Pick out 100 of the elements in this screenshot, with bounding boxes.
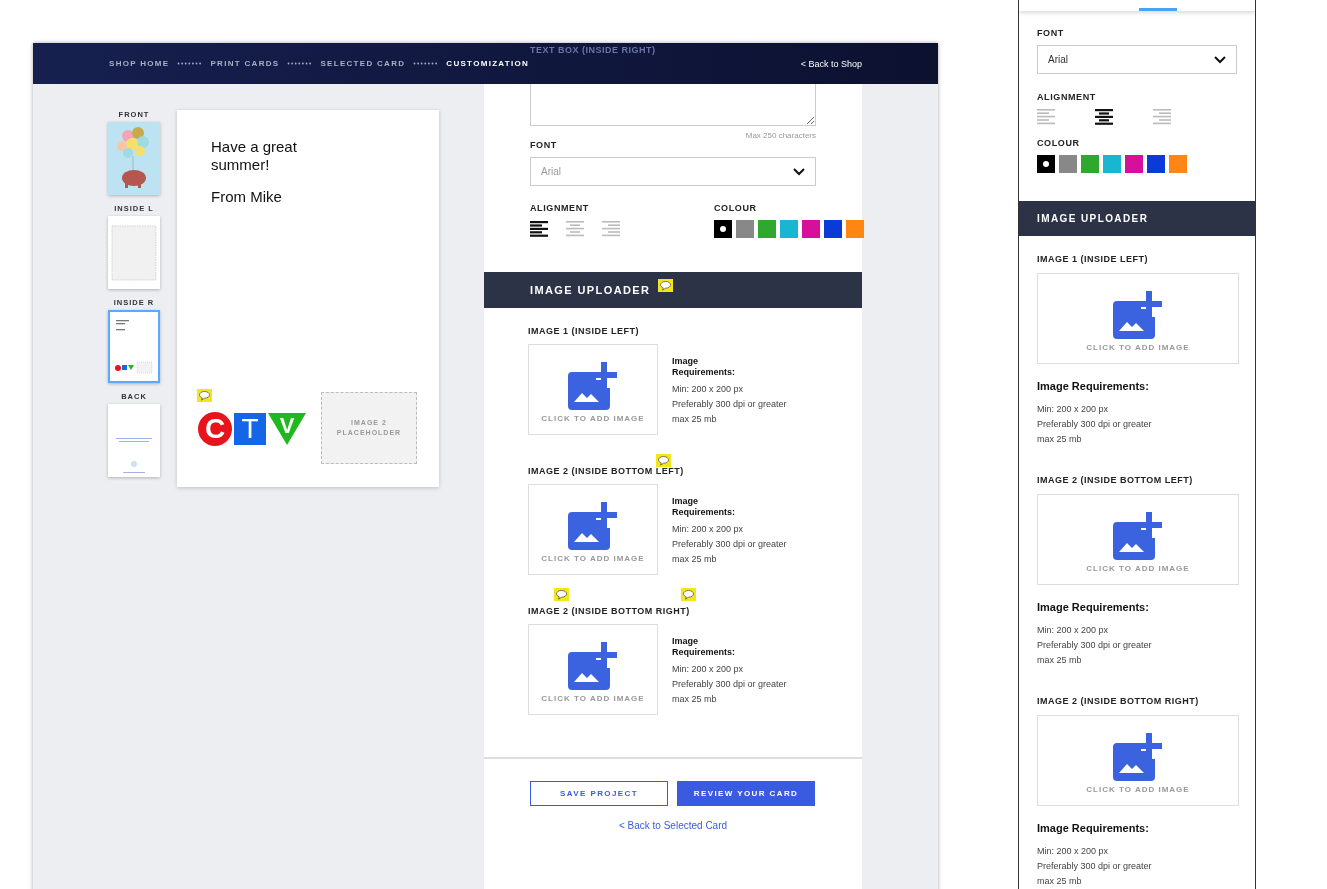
colour-label: COLOUR — [1037, 138, 1081, 148]
requirement-text: Preferably 300 dpi or greater — [1037, 639, 1153, 652]
add-image-icon — [567, 642, 619, 690]
comment-icon[interactable] — [554, 588, 569, 601]
font-select[interactable]: Arial — [530, 157, 816, 186]
requirement-text: max 25 mb — [1037, 654, 1083, 667]
requirements-title: Image Requirements: — [1037, 821, 1150, 835]
breadcrumb-link[interactable]: PRINT CARDS — [210, 59, 280, 68]
requirement-text: Preferably 300 dpi or greater — [1037, 418, 1153, 431]
section-label: TEXT BOX (INSIDE RIGHT) — [530, 45, 656, 55]
card-message: Have a great summer! — [211, 138, 298, 174]
colour-swatch[interactable] — [780, 220, 798, 238]
requirements-title: Image Requirements: — [672, 496, 736, 518]
message-textarea[interactable] — [530, 84, 816, 126]
comment-icon[interactable] — [656, 454, 671, 467]
back-to-selected-card-link[interactable]: < Back to Selected Card — [618, 820, 728, 831]
align-left-icon — [1037, 109, 1055, 126]
requirement-text: max 25 mb — [672, 553, 718, 566]
back-to-shop-link[interactable]: < Back to Shop — [800, 58, 862, 69]
chevron-down-icon — [793, 167, 805, 176]
font-label: FONT — [1037, 28, 1065, 38]
add-image-icon — [567, 362, 619, 410]
section-header: IMAGE UPLOADER — [1019, 201, 1255, 236]
page-thumbnail[interactable] — [108, 122, 160, 195]
save-project-button[interactable]: SAVE PROJECT — [530, 781, 668, 806]
image-slot-label: IMAGE 2 (INSIDE BOTTOM LEFT) — [528, 466, 685, 476]
image-slot-label: IMAGE 2 (INSIDE BOTTOM RIGHT) — [1037, 696, 1200, 706]
requirement-text: Min: 200 x 200 px — [1037, 403, 1110, 416]
align-left-icon — [530, 221, 548, 238]
comment-icon[interactable] — [197, 389, 212, 402]
colour-swatch[interactable] — [1081, 155, 1099, 173]
logo: C T V — [198, 412, 306, 446]
alignment-button[interactable] — [1095, 109, 1113, 126]
font-label: FONT — [530, 140, 558, 150]
align-center-icon — [566, 221, 584, 238]
requirement-text: Min: 200 x 200 px — [672, 383, 745, 396]
font-select[interactable]: Arial — [1037, 45, 1237, 74]
add-image-icon — [567, 502, 619, 550]
requirement-text: Preferably 300 dpi or greater — [1037, 860, 1153, 873]
chevron-down-icon — [1214, 55, 1226, 64]
character-limit-hint: Max 250 characters — [745, 131, 816, 140]
requirements-title: Image Requirements: — [672, 636, 736, 658]
selected-dot-icon — [720, 226, 726, 232]
colour-swatch[interactable] — [736, 220, 754, 238]
add-image-button[interactable]: CLICK TO ADD IMAGE — [528, 484, 658, 575]
colour-swatch[interactable] — [802, 220, 820, 238]
alignment-label: ALIGNMENT — [530, 203, 590, 213]
requirement-text: Preferably 300 dpi or greater — [672, 678, 787, 691]
colour-swatch[interactable] — [846, 220, 864, 238]
colour-swatch[interactable] — [758, 220, 776, 238]
requirement-text: Min: 200 x 200 px — [672, 663, 745, 676]
page-thumbnail[interactable] — [108, 404, 160, 477]
colour-swatch[interactable] — [1147, 155, 1165, 173]
colour-swatch[interactable] — [1169, 155, 1187, 173]
requirements-title: Image Requirements: — [1037, 600, 1150, 614]
requirement-text: Min: 200 x 200 px — [672, 523, 745, 536]
colour-swatch[interactable] — [1103, 155, 1121, 173]
requirement-text: max 25 mb — [672, 693, 718, 706]
selected-dot-icon — [1043, 161, 1049, 167]
align-right-icon — [1153, 109, 1171, 126]
breadcrumb-separator-icon — [177, 62, 203, 65]
review-card-button[interactable]: REVIEW YOUR CARD — [677, 781, 815, 806]
add-image-button[interactable]: CLICK TO ADD IMAGE — [1037, 715, 1239, 806]
requirements-title: Image Requirements: — [1037, 379, 1150, 393]
colour-swatch[interactable] — [1125, 155, 1143, 173]
requirement-text: Min: 200 x 200 px — [1037, 845, 1110, 858]
requirement-text: max 25 mb — [672, 413, 718, 426]
colour-swatch[interactable] — [714, 220, 732, 238]
colour-label: COLOUR — [714, 203, 758, 213]
section-header: IMAGE UPLOADER — [484, 272, 862, 308]
requirement-text: Min: 200 x 200 px — [1037, 624, 1110, 637]
breadcrumb-separator-icon — [287, 62, 313, 65]
colour-swatch[interactable] — [1059, 155, 1077, 173]
image-slot-label: IMAGE 2 (INSIDE BOTTOM LEFT) — [1037, 475, 1194, 485]
tab-indicator[interactable] — [1139, 8, 1177, 11]
image-slot-label: IMAGE 2 (INSIDE BOTTOM RIGHT) — [528, 606, 691, 616]
requirement-text: Preferably 300 dpi or greater — [672, 538, 787, 551]
page-thumbnail[interactable] — [108, 216, 160, 289]
add-image-button[interactable]: CLICK TO ADD IMAGE — [1037, 273, 1239, 364]
breadcrumb-link[interactable]: SELECTED CARD — [320, 59, 406, 68]
comment-icon[interactable] — [681, 588, 696, 601]
add-image-icon — [1112, 291, 1164, 339]
alignment-button[interactable] — [530, 221, 548, 238]
requirements-title: Image Requirements: — [672, 356, 736, 378]
comment-icon[interactable] — [658, 279, 673, 292]
alignment-label: ALIGNMENT — [1037, 92, 1097, 102]
colour-swatch[interactable] — [824, 220, 842, 238]
colour-swatch[interactable] — [1037, 155, 1055, 173]
requirement-text: Preferably 300 dpi or greater — [672, 398, 787, 411]
add-image-icon — [1112, 733, 1164, 781]
add-image-button[interactable]: CLICK TO ADD IMAGE — [528, 624, 658, 715]
requirement-text: max 25 mb — [1037, 875, 1083, 888]
breadcrumb-link[interactable]: SHOP HOME — [109, 59, 170, 68]
align-right-icon — [602, 221, 620, 238]
align-center-icon — [1095, 109, 1113, 126]
add-image-button[interactable]: CLICK TO ADD IMAGE — [1037, 494, 1239, 585]
requirement-text: max 25 mb — [1037, 433, 1083, 446]
breadcrumb-link[interactable]: CUSTOMIZATION — [446, 59, 530, 68]
page-thumbnail[interactable] — [108, 310, 160, 383]
add-image-button[interactable]: CLICK TO ADD IMAGE — [528, 344, 658, 435]
